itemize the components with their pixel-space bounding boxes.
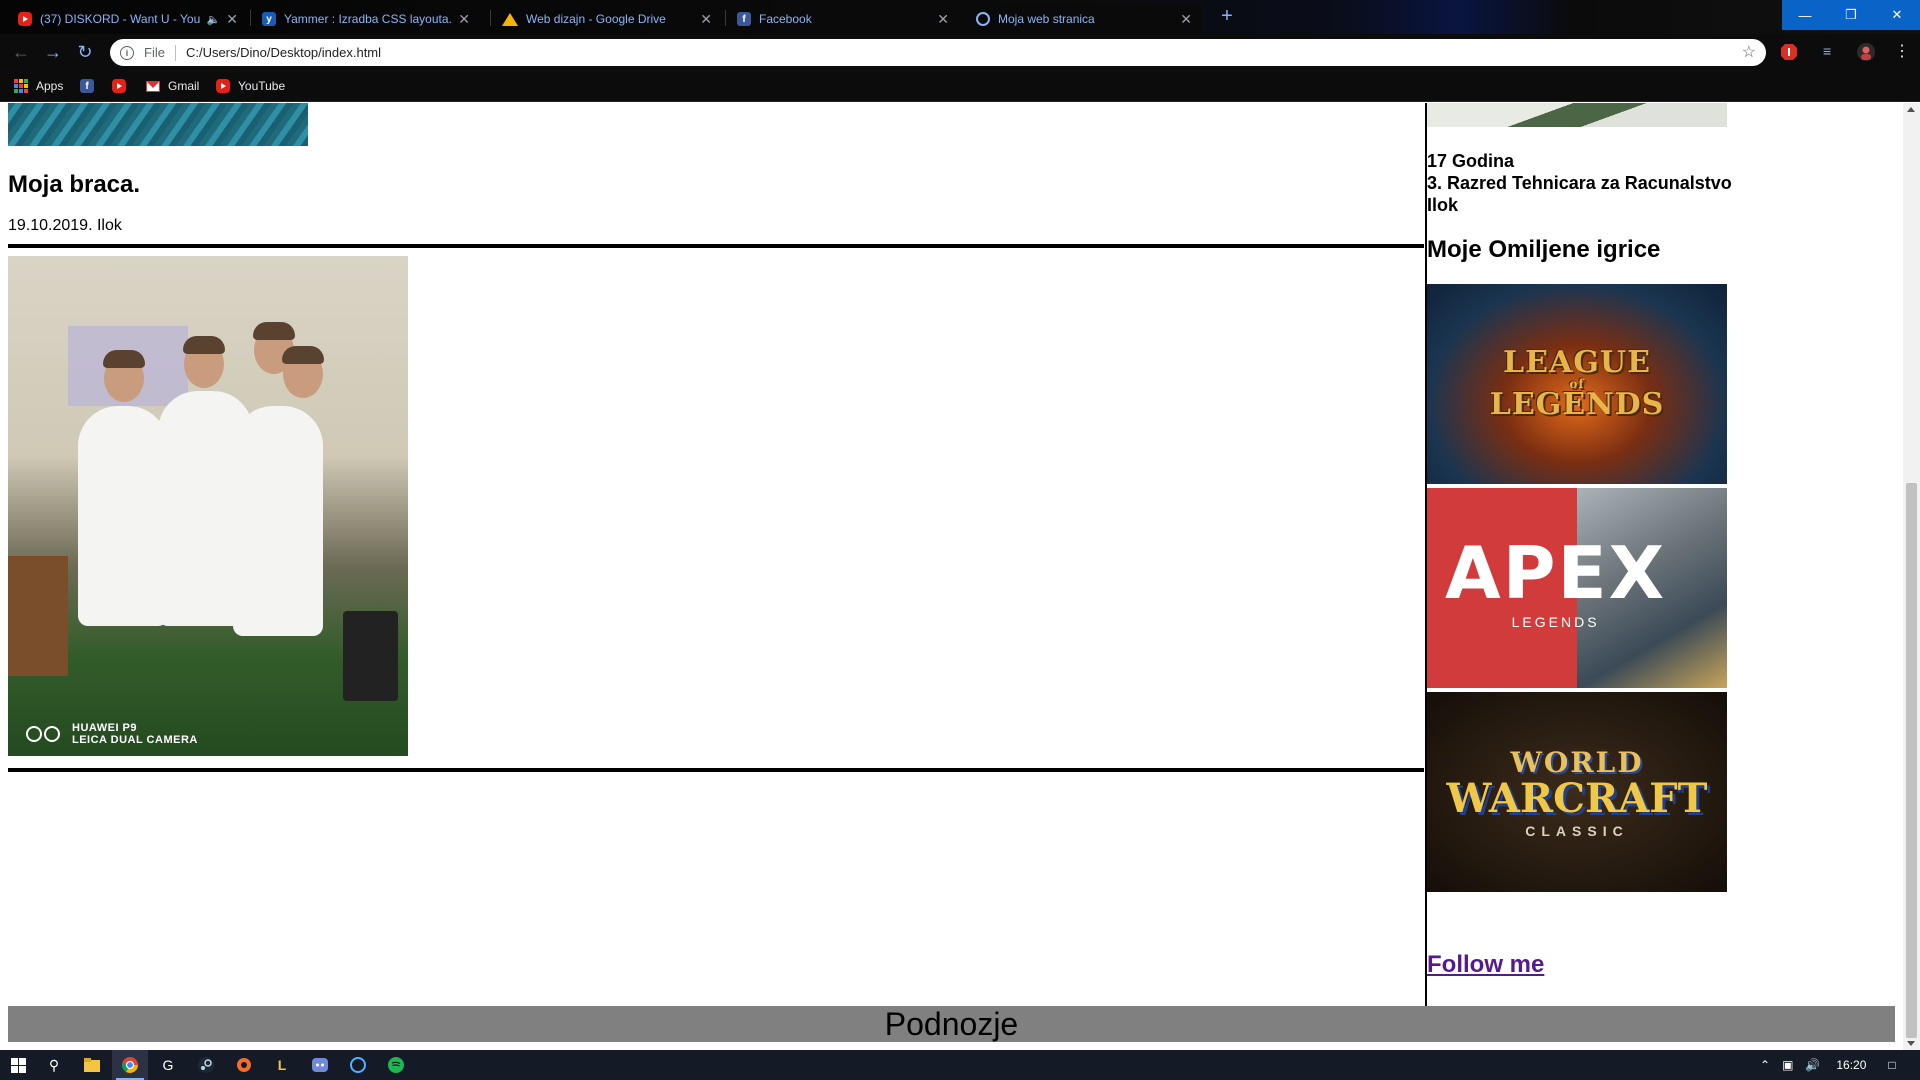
close-icon[interactable]: ✕: [700, 11, 712, 28]
discord-icon[interactable]: [302, 1050, 338, 1080]
game-image-league-of-legends: LEAGUE of LEGENDS: [1427, 284, 1727, 484]
bookmark-youtube[interactable]: YouTube: [216, 77, 285, 95]
divider: [8, 244, 1424, 248]
close-icon[interactable]: ✕: [226, 11, 238, 28]
media-queue-icon[interactable]: ≡: [1823, 43, 1841, 61]
notifications-icon[interactable]: □: [1888, 1058, 1895, 1072]
bookmark-label: Gmail: [168, 79, 200, 93]
post-image-partial: [8, 103, 308, 146]
bookmark-facebook[interactable]: f: [80, 77, 102, 95]
restore-button[interactable]: ❐: [1828, 0, 1874, 30]
close-icon[interactable]: ✕: [1180, 11, 1192, 28]
tab-title: Moja web stranica: [998, 12, 1095, 26]
tab-title: Yammer : Izradba CSS layouta.pp: [284, 12, 453, 26]
chevron-up-icon[interactable]: ⌃: [1760, 1058, 1770, 1072]
address-bar[interactable]: i File C:/Users/Dino/Desktop/index.html …: [110, 39, 1766, 66]
star-icon[interactable]: ☆: [1742, 42, 1756, 62]
tab-bar: (37) DISKORD - Want U - You 🔈 ✕ y Yammer…: [0, 0, 1920, 34]
menu-kebab-icon[interactable]: ⋮: [1893, 43, 1911, 61]
forward-arrow-icon[interactable]: →: [42, 41, 64, 63]
scroll-up-arrow-icon[interactable]: [1907, 107, 1915, 112]
back-arrow-icon[interactable]: ←: [10, 41, 32, 63]
bookmark-youtube-icon-only[interactable]: [112, 77, 134, 95]
origin-icon[interactable]: [226, 1050, 262, 1080]
speaker-icon[interactable]: 🔈: [207, 13, 221, 26]
tab-facebook[interactable]: f Facebook ✕: [727, 4, 959, 34]
close-icon[interactable]: ✕: [937, 11, 949, 28]
yammer-icon: y: [262, 12, 276, 26]
bookmark-label: YouTube: [238, 79, 286, 93]
file-explorer-icon[interactable]: [74, 1050, 110, 1080]
tab-title: Facebook: [759, 12, 812, 26]
post-photo: HUAWEI P9 LEICA DUAL CAMERA: [8, 256, 408, 756]
app-l-icon[interactable]: L: [264, 1050, 300, 1080]
facebook-icon: f: [737, 12, 751, 26]
close-icon[interactable]: ✕: [458, 11, 470, 28]
system-tray: ⌃ ▣ 🔊 16:20 □: [1760, 1050, 1896, 1080]
tab-youtube-diskord[interactable]: (37) DISKORD - Want U - You 🔈 ✕: [8, 4, 248, 34]
city-text: Ilok: [1427, 195, 1459, 215]
bookmark-label: Apps: [36, 79, 64, 93]
profile-image-partial: [1427, 103, 1727, 127]
facebook-icon: f: [80, 79, 94, 93]
tab-google-drive[interactable]: Web dizajn - Google Drive ✕: [492, 4, 722, 34]
google-drive-icon: [502, 12, 518, 26]
age-text: 17 Godina: [1427, 151, 1515, 171]
tab-moja-web-stranica[interactable]: Moja web stranica ✕: [966, 4, 1202, 34]
tab-yammer[interactable]: y Yammer : Izradba CSS layouta.pp ✕: [252, 4, 480, 34]
scrollbar-thumb[interactable]: [1906, 483, 1917, 1038]
game-image-apex-legends: APEX LEGENDS: [1427, 488, 1727, 688]
gmail-icon: [146, 80, 160, 92]
new-tab-button[interactable]: +: [1215, 4, 1239, 30]
scheme-label: File: [144, 45, 165, 60]
minimize-button[interactable]: —: [1782, 0, 1828, 30]
adblock-icon[interactable]: [1780, 43, 1798, 61]
windows-logo-icon: [10, 1057, 26, 1073]
windows-taskbar: ⚲ G L ⌃ ▣ 🔊 16:20 □: [0, 1050, 1920, 1080]
follow-me-link[interactable]: Follow me: [1427, 951, 1544, 979]
volume-icon[interactable]: 🔊: [1805, 1058, 1820, 1072]
info-icon[interactable]: i: [120, 45, 134, 60]
youtube-icon: [216, 79, 230, 93]
close-window-button[interactable]: ✕: [1874, 0, 1920, 30]
clock[interactable]: 16:20: [1836, 1058, 1866, 1072]
avatar[interactable]: [1857, 43, 1875, 61]
bookmark-gmail[interactable]: Gmail: [146, 77, 199, 95]
bookmarks-bar: Apps f Gmail YouTube: [0, 70, 1920, 102]
class-text: 3. Razred Tehnicara za Racunalstvo: [1427, 173, 1732, 193]
tab-title: Web dizajn - Google Drive: [526, 12, 666, 26]
network-icon[interactable]: ▣: [1782, 1058, 1793, 1072]
youtube-icon: [112, 79, 126, 93]
battlenet-icon[interactable]: [340, 1050, 376, 1080]
search-icon[interactable]: ⚲: [36, 1050, 72, 1080]
steam-icon[interactable]: [188, 1050, 224, 1080]
camera-watermark: HUAWEI P9 LEICA DUAL CAMERA: [26, 722, 198, 746]
chrome-icon[interactable]: [112, 1050, 148, 1080]
apps-grid-icon: [14, 79, 28, 93]
post-title: Moja braca.: [8, 171, 141, 198]
game-image-world-of-warcraft-classic: WORLD WARCRAFT CLASSIC: [1427, 692, 1727, 892]
browser-toolbar: ← → ↻ i File C:/Users/Dino/Desktop/index…: [0, 34, 1920, 70]
tab-title: (37) DISKORD - Want U - You: [40, 12, 201, 26]
divider: [8, 768, 1424, 772]
games-heading: Moje Omiljene igrice: [1427, 236, 1661, 263]
youtube-icon: [18, 12, 32, 26]
post-date: 19.10.2019. Ilok: [8, 217, 122, 234]
vertical-scrollbar[interactable]: [1903, 103, 1920, 1050]
url-text[interactable]: C:/Users/Dino/Desktop/index.html: [186, 45, 381, 60]
profile-info: 17 Godina 3. Razred Tehnicara za Racunal…: [1427, 150, 1732, 216]
reload-icon[interactable]: ↻: [74, 41, 96, 63]
spotify-icon[interactable]: [378, 1050, 414, 1080]
app-g-icon[interactable]: G: [150, 1050, 186, 1080]
bookmark-apps[interactable]: Apps: [14, 77, 63, 95]
page-footer: Podnozje: [8, 1006, 1895, 1042]
scroll-down-arrow-icon[interactable]: [1907, 1041, 1915, 1046]
page-viewport: Moja braca. 19.10.2019. Ilok HUAWEI P9 L…: [0, 103, 1920, 1050]
globe-icon: [976, 12, 990, 26]
start-button[interactable]: [0, 1050, 36, 1080]
